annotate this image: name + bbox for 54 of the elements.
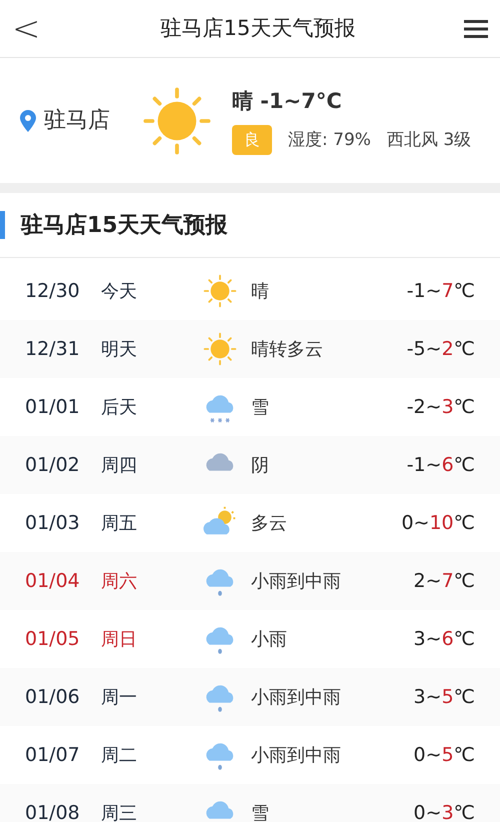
section-title: 驻马店15天天气预报 <box>21 212 228 240</box>
temperature-text: -1~6℃ <box>406 452 475 478</box>
weekday-text: 周三 <box>101 802 138 822</box>
date-text: 01/03 <box>25 510 81 536</box>
city-name: 驻马店 <box>44 107 110 135</box>
weather-text: 晴转多云 <box>251 338 324 362</box>
weather-text: 多云 <box>251 512 288 536</box>
temperature-text: -1~7℃ <box>406 278 475 304</box>
date-text: 01/08 <box>25 800 81 822</box>
current-weather: 晴 -1~7°C <box>232 88 343 115</box>
location-pin-icon <box>20 110 36 132</box>
weather-text: 阴 <box>251 454 270 478</box>
date-text: 01/04 <box>25 568 81 594</box>
sun-icon <box>203 332 237 366</box>
humidity-text: 湿度: 79% <box>288 128 371 152</box>
wind-text: 西北风 3级 <box>386 128 472 152</box>
temperature-text: -5~2℃ <box>406 336 475 362</box>
weekday-text: 周四 <box>101 454 138 478</box>
air-quality-badge: 良 <box>232 125 272 156</box>
weekday-text: 今天 <box>101 280 138 304</box>
temperature-text: 0~5℃ <box>414 742 475 768</box>
date-text: 12/31 <box>25 336 81 362</box>
sun-icon <box>203 274 237 308</box>
date-text: 01/02 <box>25 452 81 478</box>
weather-text: 小雨到中雨 <box>251 744 342 768</box>
weekday-text: 周一 <box>101 686 138 710</box>
temperature-text: 3~5℃ <box>414 684 475 710</box>
back-button[interactable]: < <box>12 12 52 46</box>
temperature-text: -2~3℃ <box>406 394 475 420</box>
temperature-text: 0~3℃ <box>414 800 475 822</box>
weekday-text: 明天 <box>101 338 138 362</box>
weather-text: 雪 <box>251 396 270 420</box>
temperature-text: 0~10℃ <box>401 510 475 536</box>
menu-icon[interactable] <box>464 18 488 38</box>
weather-text: 小雨 <box>251 628 288 652</box>
weekday-text: 周六 <box>101 570 138 594</box>
date-text: 01/01 <box>25 394 81 420</box>
accent-bar <box>0 211 5 239</box>
page-title: 驻马店15天天气预报 <box>160 14 356 42</box>
date-text: 01/07 <box>25 742 81 768</box>
date-text: 12/30 <box>25 278 81 304</box>
weekday-text: 周五 <box>101 512 138 536</box>
date-text: 01/06 <box>25 684 81 710</box>
temperature-text: 3~6℃ <box>414 626 475 652</box>
weekday-text: 周日 <box>101 628 138 652</box>
weather-text: 雪 <box>251 802 270 822</box>
weather-text: 晴 <box>251 280 270 304</box>
weather-text: 小雨到中雨 <box>251 570 342 594</box>
date-text: 01/05 <box>25 626 81 652</box>
sun-icon <box>142 86 212 156</box>
weekday-text: 后天 <box>101 396 138 420</box>
weather-text: 小雨到中雨 <box>251 686 342 710</box>
temperature-text: 2~7℃ <box>414 568 475 594</box>
weekday-text: 周二 <box>101 744 138 768</box>
